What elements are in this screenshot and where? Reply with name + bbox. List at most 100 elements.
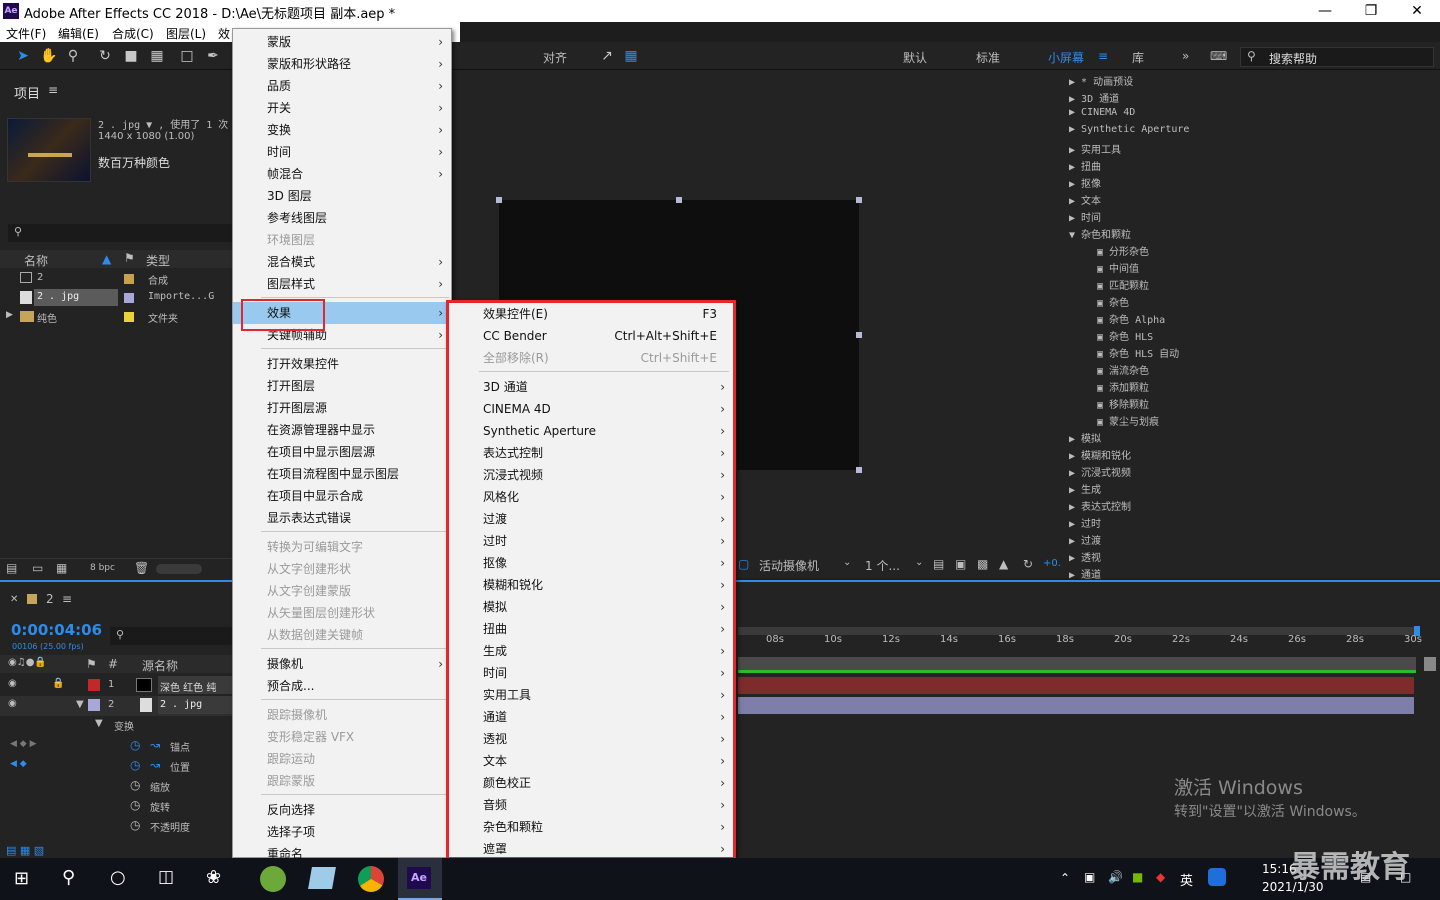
current-time-display[interactable]: 0:00:04:06: [11, 621, 102, 639]
label-color-swatch[interactable]: [124, 312, 134, 322]
stopwatch-icon[interactable]: ◷: [130, 778, 140, 792]
graph-icon[interactable]: ↝: [150, 738, 160, 752]
selection-tool-icon[interactable]: ➤: [14, 47, 32, 65]
context-menu-item[interactable]: 蒙版和形状路径 ›: [233, 53, 451, 75]
bit-depth-button[interactable]: 8 bpc: [90, 563, 115, 573]
effects-submenu-item[interactable]: 时间 ›: [449, 662, 733, 684]
source-name-header[interactable]: 源名称: [142, 657, 178, 674]
context-menu-item[interactable]: 摄像机 ›: [233, 653, 451, 675]
transparency-grid-icon[interactable]: ▩: [977, 557, 988, 571]
effect-category[interactable]: ▶ 过时: [1069, 515, 1101, 530]
effect-category[interactable]: ▶ 时间: [1069, 209, 1101, 224]
effects-submenu-item[interactable]: 效果控件(E) F3: [449, 303, 733, 325]
new-folder-icon[interactable]: ▭: [32, 561, 43, 575]
thumbnail-size-slider[interactable]: [156, 564, 202, 574]
column-name[interactable]: 名称: [24, 252, 48, 269]
panel-menu-icon[interactable]: ≡: [48, 83, 58, 97]
effects-submenu-item[interactable]: 表达式控制 ›: [449, 442, 733, 464]
hand-tool-icon[interactable]: ✋: [40, 47, 58, 65]
rectangle-tool-icon[interactable]: □: [178, 47, 196, 65]
delete-icon[interactable]: 🗑: [134, 561, 149, 575]
timeline-layer-row[interactable]: ◉ ▼ 2 2 . jpg: [0, 696, 232, 716]
exposure-value[interactable]: +0.: [1043, 558, 1061, 569]
context-menu-item[interactable]: 在资源管理器中显示: [233, 419, 451, 441]
maximize-button[interactable]: ❐: [1348, 0, 1394, 22]
comp-tab-name[interactable]: 2: [46, 592, 54, 606]
label-color-swatch[interactable]: [88, 679, 100, 691]
close-button[interactable]: ✕: [1394, 0, 1440, 22]
context-menu-item[interactable]: 打开图层: [233, 375, 451, 397]
context-menu-item[interactable]: 打开图层源: [233, 397, 451, 419]
context-menu-item[interactable]: 帧混合 ›: [233, 163, 451, 185]
effect-item[interactable]: ▣ 分形杂色: [1097, 243, 1149, 258]
interpret-footage-icon[interactable]: ▤: [6, 561, 17, 575]
collapse-arrow-icon[interactable]: ▼: [95, 718, 103, 729]
effect-category[interactable]: ▶ 生成: [1069, 481, 1101, 496]
visibility-eye-icon[interactable]: ◉: [8, 678, 17, 689]
effect-item[interactable]: ▣ 杂色 Alpha: [1097, 311, 1165, 326]
context-menu-item[interactable]: 参考线图层: [233, 207, 451, 229]
effect-item[interactable]: ▣ 杂色: [1097, 294, 1129, 309]
new-composition-icon[interactable]: ▦: [56, 561, 67, 575]
context-menu-item[interactable]: 反向选择: [233, 799, 451, 821]
graph-icon[interactable]: ↝: [150, 758, 160, 772]
context-menu-item[interactable]: 品质 ›: [233, 75, 451, 97]
effects-submenu-item[interactable]: 过渡 ›: [449, 508, 733, 530]
layer-handle[interactable]: [856, 332, 862, 338]
transform-group[interactable]: 变换: [114, 718, 134, 733]
effect-item[interactable]: ▣ 湍流杂色: [1097, 362, 1149, 377]
workspace-library[interactable]: 库: [1132, 49, 1144, 66]
effect-item[interactable]: ▣ 蒙尘与划痕: [1097, 413, 1159, 428]
effects-submenu-item[interactable]: 遮罩 ›: [449, 838, 733, 860]
taskbar-ae-item[interactable]: Ae: [398, 858, 442, 900]
effect-category[interactable]: ▶ * 动画预设: [1069, 73, 1133, 88]
camera-tool-icon[interactable]: ■: [122, 47, 140, 65]
time-ruler-track[interactable]: [738, 657, 1416, 671]
workspace-default[interactable]: 默认: [903, 49, 927, 66]
show-hidden-icons[interactable]: ⌃: [1060, 871, 1070, 885]
app-icon[interactable]: [260, 866, 286, 892]
visibility-eye-icon[interactable]: ◉: [8, 698, 17, 709]
layer-handle[interactable]: [856, 197, 862, 203]
layer-handle[interactable]: [856, 467, 862, 473]
volume-icon[interactable]: 🔊: [1108, 870, 1123, 884]
snap-icon[interactable]: ↗: [598, 47, 616, 65]
effect-category[interactable]: ▶ CINEMA 4D: [1069, 107, 1135, 118]
layer-handle[interactable]: [676, 197, 682, 203]
effect-category[interactable]: ▶ 模拟: [1069, 430, 1101, 445]
effect-item[interactable]: ▣ 中间值: [1097, 260, 1139, 275]
views-layout-select[interactable]: 1 个...: [865, 557, 900, 574]
effects-submenu-item[interactable]: 沉浸式视频 ›: [449, 464, 733, 486]
app-icon[interactable]: [308, 867, 336, 889]
effects-submenu-item[interactable]: 抠像 ›: [449, 552, 733, 574]
effect-item[interactable]: ▣ 移除颗粒: [1097, 396, 1149, 411]
fast-preview-icon[interactable]: ▣: [955, 557, 966, 571]
close-tab-icon[interactable]: ✕: [10, 594, 18, 605]
effects-submenu-item[interactable]: 颜色校正 ›: [449, 772, 733, 794]
pinwheel-app-icon[interactable]: ❀: [206, 867, 221, 888]
label-color-swatch[interactable]: [124, 274, 134, 284]
effects-submenu-item[interactable]: Synthetic Aperture ›: [449, 420, 733, 442]
effect-category[interactable]: ▶ 文本: [1069, 192, 1101, 207]
menu-composition[interactable]: 合成(C): [112, 25, 154, 42]
effects-submenu-item[interactable]: CINEMA 4D ›: [449, 398, 733, 420]
pan-behind-tool-icon[interactable]: ▦: [148, 47, 166, 65]
context-menu-item[interactable]: 开关 ›: [233, 97, 451, 119]
context-menu-item[interactable]: 图层样式 ›: [233, 273, 451, 295]
effects-submenu-item[interactable]: 通道 ›: [449, 706, 733, 728]
context-menu-item[interactable]: 变换 ›: [233, 119, 451, 141]
label-color-swatch[interactable]: [88, 699, 100, 711]
stopwatch-icon[interactable]: ◷: [130, 798, 140, 812]
label-tag-icon[interactable]: ⚑: [124, 251, 135, 265]
lock-icon[interactable]: 🔒: [52, 678, 64, 689]
cortana-icon[interactable]: ○: [110, 867, 126, 888]
qq-icon[interactable]: [1208, 868, 1226, 886]
effect-category[interactable]: ▼ 杂色和颗粒: [1069, 226, 1131, 241]
stopwatch-icon[interactable]: ◷: [130, 738, 140, 752]
context-menu-item[interactable]: 混合模式 ›: [233, 251, 451, 273]
context-menu-item[interactable]: 打开效果控件: [233, 353, 451, 375]
project-panel-title[interactable]: 项目: [14, 83, 40, 102]
chevron-down-icon[interactable]: ⌄: [915, 557, 923, 568]
project-row[interactable]: ▶ 纯色 文件夹: [0, 308, 232, 326]
help-search-field[interactable]: ⚲ 搜索帮助: [1240, 47, 1434, 67]
